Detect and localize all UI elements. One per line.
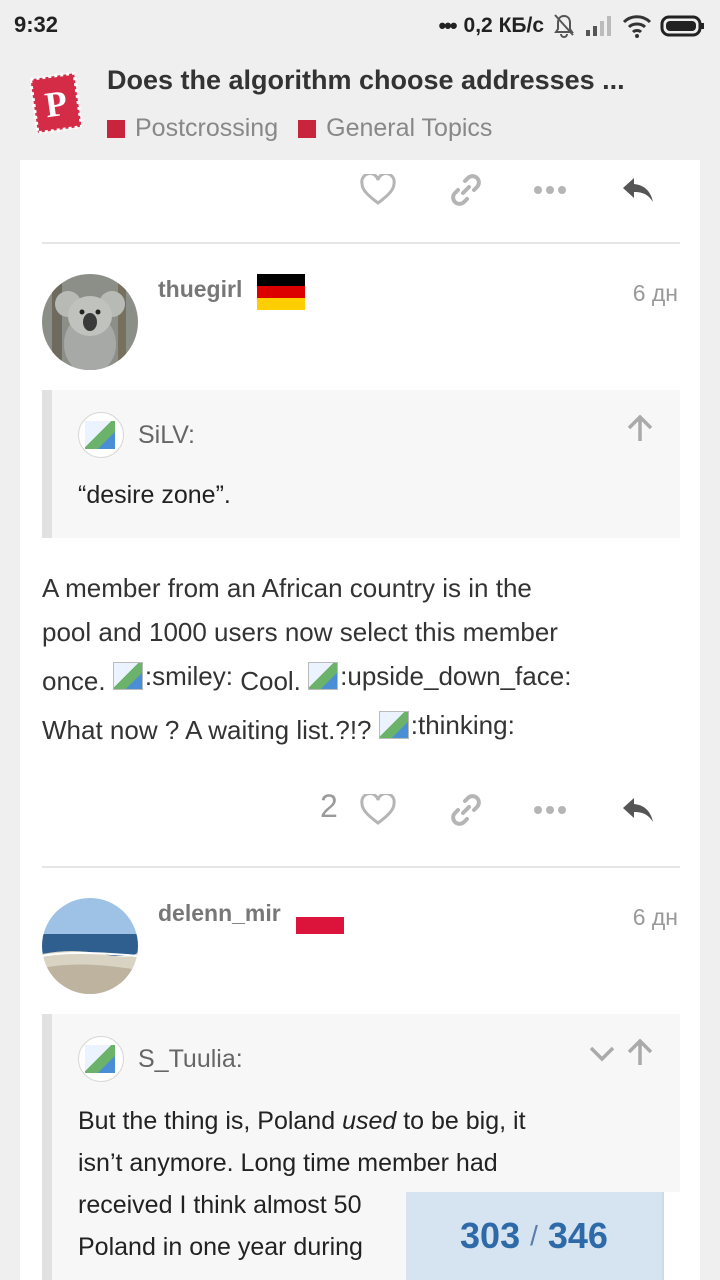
category-label: General Topics	[326, 114, 493, 142]
heart-icon	[360, 174, 396, 205]
category-color-badge	[298, 119, 317, 138]
category-breadcrumb: Postcrossing General Topics	[107, 114, 492, 143]
link-icon	[451, 794, 481, 826]
like-button[interactable]	[356, 160, 400, 220]
ellipsis-icon	[534, 806, 566, 814]
koala-avatar-icon	[42, 274, 138, 370]
heart-icon	[360, 794, 396, 825]
more-options-button[interactable]	[530, 780, 570, 840]
post-line: A member from an African country is in t…	[42, 573, 532, 603]
post-line: What now ? A waiting list.?!? :thinking:	[42, 703, 672, 752]
collapse-quote-button[interactable]	[588, 1038, 616, 1073]
thinking-emoji-icon: :thinking:	[378, 703, 515, 747]
signal-icon	[584, 14, 614, 38]
chevron-down-icon	[589, 1046, 615, 1062]
post-body: A member from an African country is in t…	[42, 566, 672, 752]
post-divider	[42, 242, 680, 244]
progress-separator: /	[530, 1220, 538, 1251]
expand-quote-button[interactable]	[626, 414, 654, 449]
germany-flag-icon	[257, 274, 305, 310]
category-general-topics[interactable]: General Topics	[298, 114, 492, 143]
like-button[interactable]	[356, 780, 400, 840]
username[interactable]: thuegirl	[158, 276, 242, 303]
network-speed: 0,2 КБ/с	[463, 14, 544, 37]
upside-down-face-emoji-icon: :upside_down_face:	[308, 654, 571, 698]
status-indicators: ••• 0,2 КБ/с	[438, 10, 706, 42]
reply-button[interactable]	[616, 780, 660, 840]
share-link-button[interactable]	[444, 780, 488, 840]
smiley-emoji-icon: :smiley:	[112, 654, 233, 698]
topic-title[interactable]: Does the algorithm choose addresses ...	[107, 65, 707, 96]
avatar[interactable]	[42, 274, 138, 370]
postcrossing-logo-icon[interactable]: P	[28, 71, 84, 135]
avatar[interactable]	[42, 898, 138, 994]
beach-avatar-icon	[42, 898, 138, 994]
reply-button[interactable]	[616, 160, 660, 220]
post-line: once. :smiley: Cool. :upside_down_face:	[42, 654, 672, 703]
arrow-up-icon	[627, 1038, 653, 1065]
progress-current: 303	[460, 1215, 521, 1256]
progress-total: 346	[547, 1215, 608, 1256]
status-bar: 9:32 ••• 0,2 КБ/с	[0, 0, 720, 52]
like-count[interactable]: 2	[320, 788, 338, 825]
quote-author: SiLV:	[138, 420, 195, 449]
topic-progress[interactable]: 303 / 346	[406, 1192, 662, 1280]
quote-avatar-icon	[78, 412, 124, 458]
arrow-up-icon	[627, 414, 653, 441]
reply-icon	[623, 798, 653, 822]
wifi-icon	[622, 14, 652, 38]
category-color-badge	[107, 119, 125, 138]
status-time: 9:32	[14, 12, 59, 37]
quote-line: But the thing is, Poland used to be big,…	[78, 1107, 526, 1135]
battery-icon	[660, 14, 706, 38]
quote-text: “desire zone”.	[78, 481, 231, 509]
quote-header: SiLV:	[78, 412, 195, 458]
quote-line: isn’t anymore. Long time member had	[78, 1149, 498, 1177]
topic-stream: thuegirl 6 дн SiLV: “desire zone”. A mem…	[20, 160, 700, 1280]
post-date[interactable]: 6 дн	[633, 280, 678, 307]
username[interactable]: delenn_mir	[158, 900, 281, 927]
post-divider	[42, 866, 680, 868]
ellipsis-icon	[534, 186, 566, 194]
category-postcrossing[interactable]: Postcrossing	[107, 114, 278, 143]
quote-block: SiLV: “desire zone”.	[42, 390, 680, 538]
progress-edge	[662, 1192, 700, 1280]
quote-avatar-icon	[78, 1036, 124, 1082]
muted-bell-icon	[552, 13, 576, 39]
topic-header: P Does the algorithm choose addresses ..…	[0, 52, 720, 160]
reply-icon	[623, 178, 653, 202]
more-options-button[interactable]	[530, 160, 570, 220]
post-line: pool and 1000 users now select this memb…	[42, 617, 558, 647]
share-link-button[interactable]	[444, 160, 488, 220]
post-actions: 2	[20, 780, 700, 840]
text-fragment: What now ? A waiting list.?!?	[42, 715, 372, 745]
text-fragment: Cool.	[240, 666, 301, 696]
text-fragment: once.	[42, 666, 106, 696]
poland-flag-icon	[296, 900, 344, 934]
post-date[interactable]: 6 дн	[633, 904, 678, 931]
link-icon	[451, 174, 481, 206]
dots-icon: •••	[438, 13, 457, 38]
quote-header: S_Tuulia:	[78, 1036, 243, 1082]
quote-author: S_Tuulia:	[138, 1044, 243, 1073]
expand-quote-button[interactable]	[626, 1038, 654, 1073]
post-actions	[20, 160, 700, 220]
category-label: Postcrossing	[135, 114, 279, 142]
